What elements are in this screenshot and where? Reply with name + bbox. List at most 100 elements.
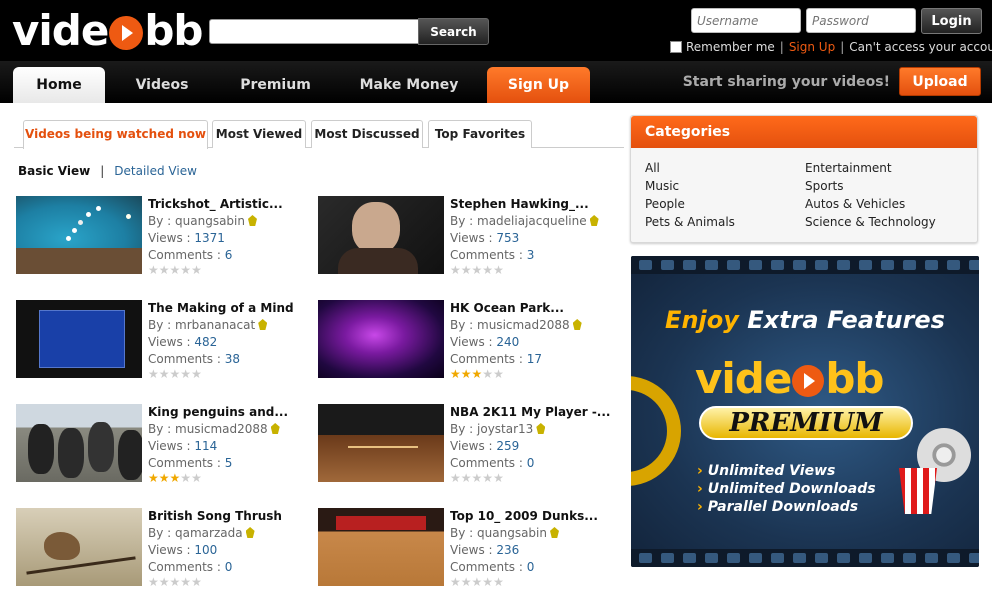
login-button[interactable]: Login bbox=[921, 8, 982, 34]
arrow-icon: › bbox=[697, 463, 703, 479]
tab-videos[interactable]: Videos bbox=[112, 67, 212, 103]
tab-sign-up[interactable]: Sign Up bbox=[487, 67, 590, 103]
star-icon: ★ bbox=[191, 471, 202, 485]
film-hole bbox=[639, 260, 652, 270]
star-icon: ★ bbox=[493, 471, 504, 485]
star-icon: ★ bbox=[180, 367, 192, 381]
search-input[interactable] bbox=[209, 19, 419, 44]
video-comments: Comments : 38 bbox=[148, 352, 240, 366]
tab-make-money[interactable]: Make Money bbox=[340, 67, 478, 103]
medal-icon bbox=[270, 423, 280, 434]
author-link[interactable]: madeliajacqueline bbox=[477, 214, 587, 228]
category-science-technology[interactable]: Science & Technology bbox=[805, 213, 936, 231]
author-link[interactable]: musicmad2088 bbox=[175, 422, 268, 436]
star-icon: ★ bbox=[482, 263, 494, 277]
separator: | bbox=[100, 164, 105, 178]
star-icon: ★ bbox=[471, 471, 483, 485]
video-thumbnail[interactable] bbox=[318, 508, 444, 586]
category-music[interactable]: Music bbox=[645, 177, 679, 195]
author-link[interactable]: quangsabin bbox=[175, 214, 245, 228]
search-button[interactable]: Search bbox=[418, 18, 489, 45]
film-hole bbox=[881, 260, 894, 270]
forgot-account-link[interactable]: Can't access your account? bbox=[849, 40, 992, 54]
tagline: Start sharing your videos! bbox=[682, 74, 890, 90]
video-comments: Comments : 0 bbox=[450, 456, 535, 470]
video-title[interactable]: Trickshot_ Artistic... bbox=[148, 196, 313, 213]
author-link[interactable]: quangsabin bbox=[477, 526, 547, 540]
star-icon: ★ bbox=[460, 263, 472, 277]
star-icon: ★ bbox=[169, 367, 181, 381]
video-views: Views : 114 bbox=[148, 439, 218, 453]
star-icon: ★ bbox=[158, 263, 170, 277]
author-link[interactable]: joystar13 bbox=[477, 422, 533, 436]
video-thumbnail[interactable] bbox=[16, 196, 142, 274]
categories-panel: Categories All Music People Pets & Anima… bbox=[630, 115, 978, 243]
medal-icon bbox=[572, 319, 582, 330]
star-icon: ★ bbox=[169, 263, 181, 277]
username-field[interactable] bbox=[691, 8, 801, 33]
category-entertainment[interactable]: Entertainment bbox=[805, 159, 892, 177]
tab-watched-now[interactable]: Videos being watched now bbox=[23, 120, 208, 149]
remember-me-label[interactable]: Remember me bbox=[686, 40, 775, 54]
film-hole bbox=[705, 260, 718, 270]
rating-stars: ★★★★★ bbox=[148, 576, 313, 590]
video-item: HK Ocean Park... By : musicmad2088 Views… bbox=[318, 300, 618, 390]
category-people[interactable]: People bbox=[645, 195, 685, 213]
rating-stars: ★★★★★ bbox=[450, 576, 615, 590]
category-autos-vehicles[interactable]: Autos & Vehicles bbox=[805, 195, 905, 213]
video-thumbnail[interactable] bbox=[318, 404, 444, 482]
rating-stars: ★★★★★ bbox=[148, 472, 313, 486]
site-logo[interactable]: vide bb bbox=[12, 6, 203, 55]
category-sports[interactable]: Sports bbox=[805, 177, 843, 195]
video-author: By : madeliajacqueline bbox=[450, 213, 615, 230]
upload-button[interactable]: Upload bbox=[899, 67, 981, 96]
remember-me-checkbox[interactable] bbox=[670, 41, 682, 53]
film-hole bbox=[705, 553, 718, 563]
author-link[interactable]: musicmad2088 bbox=[477, 318, 570, 332]
tab-home[interactable]: Home bbox=[13, 67, 105, 103]
video-thumbnail[interactable] bbox=[318, 196, 444, 274]
video-thumbnail[interactable] bbox=[318, 300, 444, 378]
video-author: By : mrbananacat bbox=[148, 317, 313, 334]
video-title[interactable]: NBA 2K11 My Player -... bbox=[450, 404, 615, 421]
video-thumbnail[interactable] bbox=[16, 300, 142, 378]
detailed-view-link[interactable]: Detailed View bbox=[114, 164, 197, 178]
password-field[interactable] bbox=[806, 8, 916, 33]
tab-most-discussed[interactable]: Most Discussed bbox=[311, 120, 423, 148]
tab-premium[interactable]: Premium bbox=[218, 67, 333, 103]
separator: | bbox=[779, 40, 784, 54]
promo-feature: › Unlimited Views bbox=[697, 463, 836, 479]
filmstrip-bottom bbox=[631, 549, 979, 567]
video-title[interactable]: Top 10_ 2009 Dunks... bbox=[450, 508, 615, 525]
video-title[interactable]: British Song Thrush bbox=[148, 508, 313, 525]
star-icon: ★ bbox=[450, 263, 461, 277]
basic-view-link[interactable]: Basic View bbox=[18, 164, 90, 178]
star-icon: ★ bbox=[180, 471, 192, 485]
video-views: Views : 753 bbox=[450, 231, 520, 245]
rating-stars: ★★★★★ bbox=[148, 368, 313, 382]
video-comments: Comments : 5 bbox=[148, 456, 233, 470]
arrow-icon: › bbox=[697, 499, 703, 515]
author-link[interactable]: mrbananacat bbox=[175, 318, 255, 332]
video-title[interactable]: Stephen Hawking_... bbox=[450, 196, 615, 213]
category-pets-animals[interactable]: Pets & Animals bbox=[645, 213, 735, 231]
author-link[interactable]: qamarzada bbox=[175, 526, 243, 540]
video-thumbnail[interactable] bbox=[16, 404, 142, 482]
premium-promo-banner[interactable]: Enjoy Extra Features vide bb PREMIUM › Unl… bbox=[631, 256, 979, 567]
video-comments: Comments : 3 bbox=[450, 248, 535, 262]
video-comments: Comments : 0 bbox=[450, 560, 535, 574]
video-comments: Comments : 0 bbox=[148, 560, 233, 574]
film-hole bbox=[947, 260, 960, 270]
video-title[interactable]: The Making of a Mind bbox=[148, 300, 313, 317]
category-all[interactable]: All bbox=[645, 159, 660, 177]
video-title[interactable]: HK Ocean Park... bbox=[450, 300, 615, 317]
medal-icon bbox=[536, 423, 546, 434]
video-author: By : quangsabin bbox=[148, 213, 313, 230]
video-title[interactable]: King penguins and... bbox=[148, 404, 313, 421]
signup-link[interactable]: Sign Up bbox=[789, 40, 835, 54]
tab-top-favorites[interactable]: Top Favorites bbox=[428, 120, 532, 148]
star-icon: ★ bbox=[482, 575, 494, 589]
star-icon: ★ bbox=[450, 471, 461, 485]
video-thumbnail[interactable] bbox=[16, 508, 142, 586]
tab-most-viewed[interactable]: Most Viewed bbox=[212, 120, 306, 148]
